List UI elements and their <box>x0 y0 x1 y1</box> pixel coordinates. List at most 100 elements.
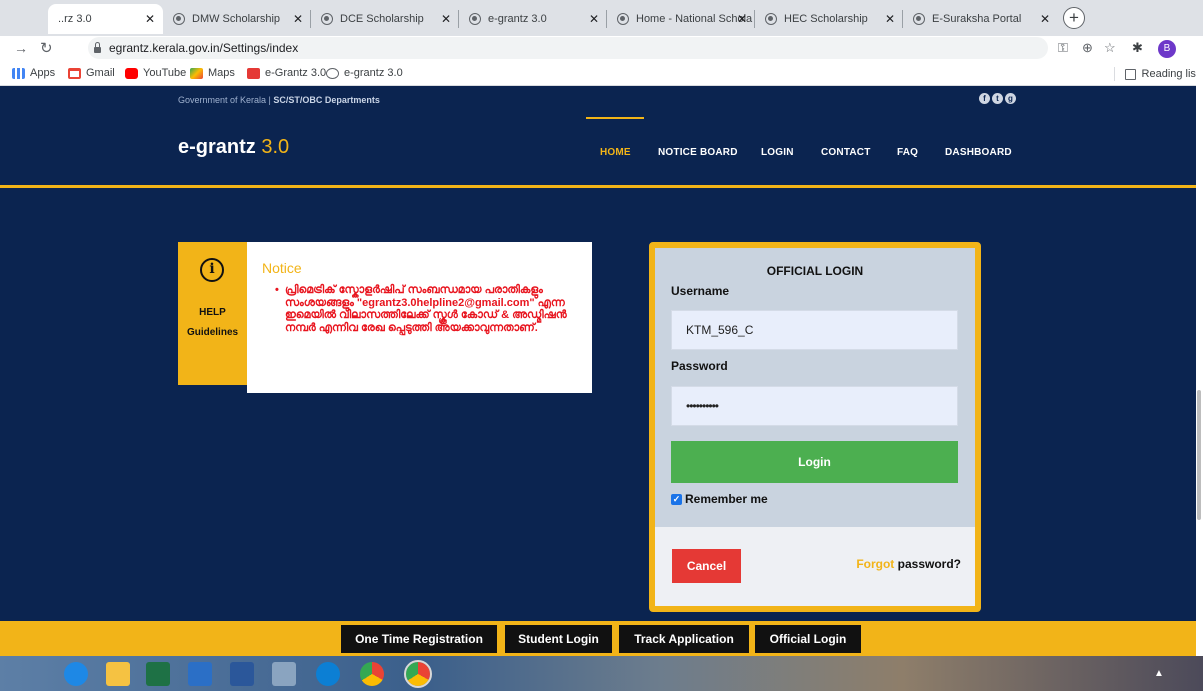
bookmark-egrantz-2[interactable]: e-grantz 3.0 <box>326 67 403 79</box>
bookmark-maps[interactable]: Maps <box>190 67 235 79</box>
login-button[interactable]: Login <box>671 441 958 483</box>
bookmark-label: YouTube <box>143 67 187 79</box>
close-tab-icon[interactable]: ✕ <box>293 12 303 26</box>
logo-main: e-grantz <box>178 136 256 158</box>
gmail-icon <box>68 67 81 79</box>
gov-text: Government of Kerala | SC/ST/OBC Departm… <box>178 95 380 105</box>
bookmark-label: Maps <box>208 67 235 79</box>
excel-icon[interactable] <box>146 662 170 686</box>
bookmark-apps[interactable]: Apps <box>12 67 55 79</box>
nav-login[interactable]: LOGIN <box>761 147 794 158</box>
tab-title: E-Suraksha Portal <box>932 13 1022 25</box>
nav-faq[interactable]: FAQ <box>897 147 918 158</box>
forward-icon[interactable]: → <box>14 40 28 56</box>
help-sub-label: Guidelines <box>186 327 239 338</box>
help-guidelines-panel[interactable]: i HELP Guidelines <box>178 242 247 385</box>
browser-tab[interactable]: ..rz 3.0 ✕ <box>48 4 163 34</box>
media-icon[interactable] <box>188 662 212 686</box>
new-tab-button[interactable]: + <box>1063 7 1085 29</box>
help-label: HELP <box>199 307 226 318</box>
notice-text-wrap: • പ്രിമെട്രിക് സ്കോളർഷിപ് സംബന്ധമായ പരാത… <box>275 284 567 334</box>
student-login-button[interactable]: Student Login <box>505 625 612 653</box>
browser-tab[interactable]: Home - National Schola ✕ <box>607 4 755 34</box>
system-tray-icon[interactable]: ▲ <box>1154 668 1164 679</box>
password-label: Password <box>671 359 728 373</box>
url-text: egrantz.kerala.gov.in/Settings/index <box>109 41 299 55</box>
notice-box: Notice • പ്രിമെട്രിക് സ്കോളർഷിപ് സംബന്ധമ… <box>247 242 592 393</box>
tab-title: DCE Scholarship <box>340 13 424 25</box>
chrome-icon[interactable] <box>360 662 384 686</box>
close-tab-icon[interactable]: ✕ <box>737 12 747 26</box>
close-tab-icon[interactable]: ✕ <box>441 12 451 26</box>
nav-notice-board[interactable]: NOTICE BOARD <box>658 147 738 158</box>
profile-avatar[interactable]: B <box>1158 40 1176 58</box>
browser-tab[interactable]: HEC Scholarship ✕ <box>755 4 903 34</box>
calculator-icon[interactable] <box>272 662 296 686</box>
scrollbar-thumb[interactable] <box>1197 390 1201 520</box>
bookmark-label: Gmail <box>86 67 115 79</box>
reading-list-button[interactable]: Reading list <box>1113 67 1199 81</box>
star-icon[interactable]: ☆ <box>1104 40 1116 56</box>
username-input[interactable]: KTM_596_C <box>671 310 958 350</box>
browser-tab[interactable]: e-grantz 3.0 ✕ <box>459 4 607 34</box>
info-icon: i <box>200 258 224 282</box>
bookmark-gmail[interactable]: Gmail <box>68 67 115 79</box>
site-header: e-grantz 3.0 HOME NOTICE BOARD LOGIN CON… <box>0 114 1203 188</box>
word-icon[interactable] <box>230 662 254 686</box>
official-login-button[interactable]: Official Login <box>755 625 861 653</box>
globe-icon <box>617 13 629 25</box>
password-input[interactable]: •••••••••• <box>671 386 958 426</box>
track-application-button[interactable]: Track Application <box>619 625 749 653</box>
chrome-active-icon[interactable] <box>404 660 432 688</box>
site-logo[interactable]: e-grantz 3.0 <box>178 136 289 159</box>
reload-icon[interactable]: ↻ <box>40 39 53 57</box>
nav-home[interactable]: HOME <box>600 147 631 158</box>
file-explorer-icon[interactable] <box>106 662 130 686</box>
social-links: f t g <box>979 93 1016 104</box>
reading-list-icon <box>1124 68 1136 80</box>
extensions-icon[interactable]: ✱ <box>1132 40 1143 56</box>
google-plus-icon[interactable]: g <box>1005 93 1016 104</box>
bookmark-label: e-Grantz 3.0 <box>265 67 327 79</box>
login-title: OFFICIAL LOGIN <box>766 264 864 278</box>
one-time-registration-button[interactable]: One Time Registration <box>341 625 497 653</box>
tab-title: DMW Scholarship <box>192 13 281 25</box>
close-tab-icon[interactable]: ✕ <box>1040 12 1050 26</box>
bookmarks-bar: Apps Gmail YouTube Maps e-Grantz 3.0 e-g… <box>0 62 1203 86</box>
gov-text-2: SC/ST/OBC Departments <box>273 95 380 105</box>
facebook-icon[interactable]: f <box>979 93 990 104</box>
cancel-button[interactable]: Cancel <box>672 549 741 583</box>
forgot-text-2: password? <box>894 557 961 571</box>
quick-links-bar: One Time Registration Student Login Trac… <box>0 621 1203 661</box>
zoom-icon[interactable]: ⊕ <box>1082 40 1093 56</box>
apps-grid-icon <box>12 67 25 79</box>
checkbox-checked-icon[interactable]: ✓ <box>671 493 682 505</box>
bookmark-youtube[interactable]: YouTube <box>125 67 186 79</box>
page-content: Government of Kerala | SC/ST/OBC Departm… <box>0 86 1203 661</box>
url-bar[interactable]: egrantz.kerala.gov.in/Settings/index <box>88 37 1048 59</box>
tab-title: e-grantz 3.0 <box>488 13 547 25</box>
browser-tab[interactable]: DCE Scholarship ✕ <box>311 4 459 34</box>
globe-icon <box>469 13 481 25</box>
forgot-text-1: Forgot <box>856 557 895 571</box>
key-icon[interactable]: ⚿ <box>1058 40 1068 56</box>
twitter-icon[interactable]: t <box>992 93 1003 104</box>
active-menu-indicator <box>586 117 644 119</box>
nav-dashboard[interactable]: DASHBOARD <box>945 147 1012 158</box>
globe-icon <box>913 13 925 25</box>
remember-me-row[interactable]: ✓ Remember me <box>671 492 768 506</box>
browser-tab[interactable]: DMW Scholarship ✕ <box>163 4 311 34</box>
notice-text: പ്രിമെട്രിക് സ്കോളർഷിപ് സംബന്ധമായ പരാതിക… <box>285 284 567 334</box>
close-tab-icon[interactable]: ✕ <box>885 12 895 26</box>
nav-contact[interactable]: CONTACT <box>821 147 871 158</box>
screen: ..rz 3.0 ✕ DMW Scholarship ✕ DCE Scholar… <box>0 0 1203 691</box>
ie-icon[interactable] <box>64 662 88 686</box>
close-tab-icon[interactable]: ✕ <box>589 12 599 26</box>
close-tab-icon[interactable]: ✕ <box>145 12 155 26</box>
login-footer: Cancel Forgot password? <box>655 527 975 606</box>
edge-icon[interactable] <box>316 662 340 686</box>
forgot-password-link[interactable]: Forgot password? <box>856 557 961 571</box>
logo-version: 3.0 <box>255 136 290 158</box>
bookmark-egrantz[interactable]: e-Grantz 3.0 <box>247 67 326 79</box>
browser-tab[interactable]: E-Suraksha Portal ✕ <box>903 4 1058 34</box>
